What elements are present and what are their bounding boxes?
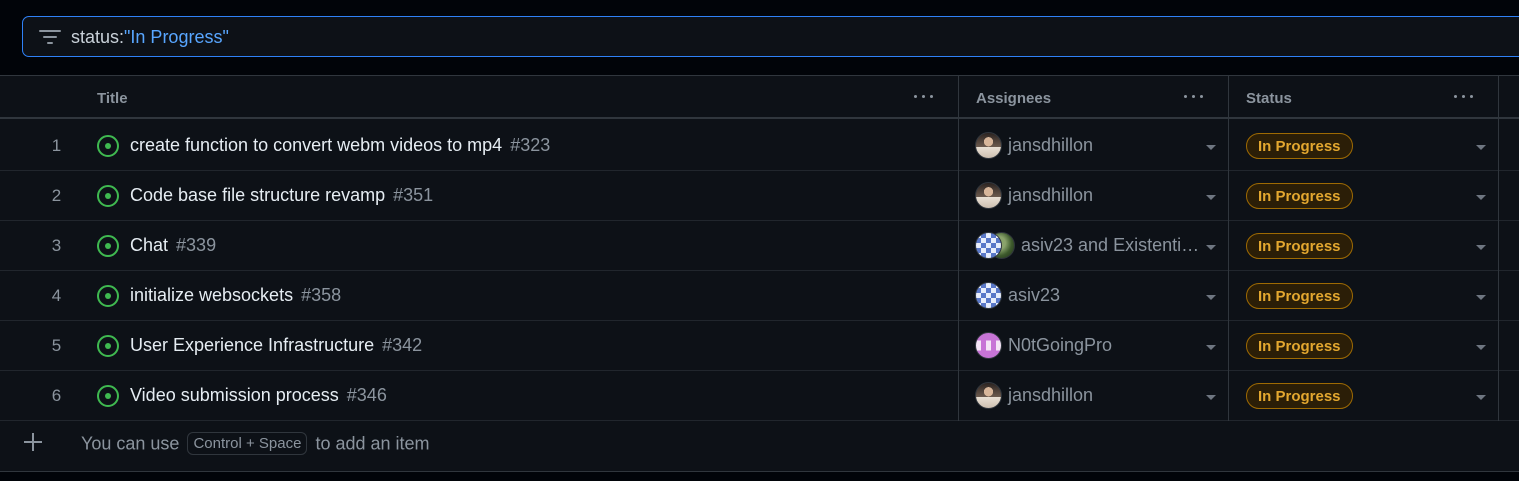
assignee-dropdown-icon[interactable] (1206, 245, 1216, 250)
issue-title-text[interactable]: Video submission process (130, 385, 339, 405)
assignee-dropdown-icon[interactable] (1206, 145, 1216, 150)
table-row[interactable]: 1 create function to convert webm videos … (0, 121, 1519, 171)
table-row[interactable]: 3 Chat #339 asiv23 and Existenti… In Progres… (0, 221, 1519, 271)
table-header: Title Assignees Status (0, 76, 1519, 119)
status-dropdown-icon[interactable] (1476, 395, 1486, 400)
filter-query[interactable]: status:"In Progress" (71, 27, 229, 48)
assignee-dropdown-icon[interactable] (1206, 395, 1216, 400)
issue-title-text[interactable]: create function to convert webm videos t… (130, 135, 502, 155)
column-divider[interactable] (958, 76, 959, 421)
issue-number[interactable]: #351 (393, 185, 433, 205)
column-divider[interactable] (1228, 76, 1229, 421)
issue-title[interactable]: create function to convert webm videos t… (130, 135, 550, 156)
assignee-name[interactable]: asiv23 (1008, 285, 1060, 306)
filter-value: "In Progress" (124, 27, 229, 47)
status-badge[interactable]: In Progress (1246, 333, 1353, 359)
assignee-dropdown-icon[interactable] (1206, 195, 1216, 200)
issue-title-text[interactable]: User Experience Infrastructure (130, 335, 374, 355)
filter-key: status: (71, 27, 125, 47)
column-header-title[interactable]: Title (97, 76, 128, 119)
issue-title[interactable]: Video submission process #346 (130, 385, 387, 406)
assignee-name[interactable]: N0tGoingPro (1008, 335, 1112, 356)
status-badge[interactable]: In Progress (1246, 133, 1353, 159)
issue-number[interactable]: #346 (347, 385, 387, 405)
open-issue-icon (97, 385, 119, 407)
assignee-dropdown-icon[interactable] (1206, 345, 1216, 350)
status-dropdown-icon[interactable] (1476, 195, 1486, 200)
assignee-name[interactable]: jansdhillon (1008, 385, 1093, 406)
status-dropdown-icon[interactable] (1476, 345, 1486, 350)
avatar[interactable] (975, 282, 1002, 309)
column-divider[interactable] (1498, 76, 1499, 421)
issues-table: Title Assignees Status 1 create function … (0, 75, 1519, 472)
title-column-menu-icon[interactable] (911, 86, 937, 106)
table-row[interactable]: 4 initialize websockets #358 asiv23 In Progr… (0, 271, 1519, 321)
add-item-hint: You can use Control + Space to add an it… (81, 432, 430, 456)
filter-bar[interactable]: status:"In Progress" (22, 16, 1519, 57)
plus-icon[interactable] (24, 433, 42, 451)
keyboard-shortcut: Control + Space (187, 432, 308, 455)
table-row[interactable]: 6 Video submission process #346 jansdhillon… (0, 371, 1519, 421)
issue-title[interactable]: initialize websockets #358 (130, 285, 341, 306)
issue-title-text[interactable]: Code base file structure revamp (130, 185, 385, 205)
issue-number[interactable]: #323 (510, 135, 550, 155)
status-badge[interactable]: In Progress (1246, 183, 1353, 209)
assignee-dropdown-icon[interactable] (1206, 295, 1216, 300)
issue-number[interactable]: #342 (382, 335, 422, 355)
assignee-name[interactable]: jansdhillon (1008, 135, 1093, 156)
table-row[interactable]: 2 Code base file structure revamp #351 jans… (0, 171, 1519, 221)
status-dropdown-icon[interactable] (1476, 245, 1486, 250)
open-issue-icon (97, 335, 119, 357)
assignee-name[interactable]: asiv23 and Existenti… (1021, 235, 1199, 256)
column-header-assignees[interactable]: Assignees (976, 76, 1051, 119)
status-badge[interactable]: In Progress (1246, 383, 1353, 409)
avatar[interactable] (975, 332, 1002, 359)
open-issue-icon (97, 235, 119, 257)
open-issue-icon (97, 135, 119, 157)
status-badge[interactable]: In Progress (1246, 283, 1353, 309)
add-item-prefix: You can use (81, 433, 180, 454)
avatar[interactable] (975, 232, 1002, 259)
filter-icon[interactable] (39, 28, 61, 46)
add-item-suffix: to add an item (315, 433, 430, 454)
issue-title-text[interactable]: Chat (130, 235, 168, 255)
issue-number[interactable]: #339 (176, 235, 216, 255)
issue-number[interactable]: #358 (301, 285, 341, 305)
status-dropdown-icon[interactable] (1476, 295, 1486, 300)
open-issue-icon (97, 285, 119, 307)
assignee-name[interactable]: jansdhillon (1008, 185, 1093, 206)
avatar[interactable] (975, 382, 1002, 409)
issue-title[interactable]: Code base file structure revamp #351 (130, 185, 433, 206)
status-dropdown-icon[interactable] (1476, 145, 1486, 150)
issue-title[interactable]: Chat #339 (130, 235, 216, 256)
status-badge[interactable]: In Progress (1246, 233, 1353, 259)
status-column-menu-icon[interactable] (1451, 86, 1477, 106)
table-row[interactable]: 5 User Experience Infrastructure #342 N0tGo… (0, 321, 1519, 371)
open-issue-icon (97, 185, 119, 207)
avatar[interactable] (975, 132, 1002, 159)
issue-title-text[interactable]: initialize websockets (130, 285, 293, 305)
add-item-row[interactable]: You can use Control + Space to add an it… (0, 421, 1519, 470)
issue-title[interactable]: User Experience Infrastructure #342 (130, 335, 422, 356)
avatar[interactable] (975, 182, 1002, 209)
column-header-status[interactable]: Status (1246, 76, 1292, 119)
assignees-column-menu-icon[interactable] (1181, 86, 1207, 106)
